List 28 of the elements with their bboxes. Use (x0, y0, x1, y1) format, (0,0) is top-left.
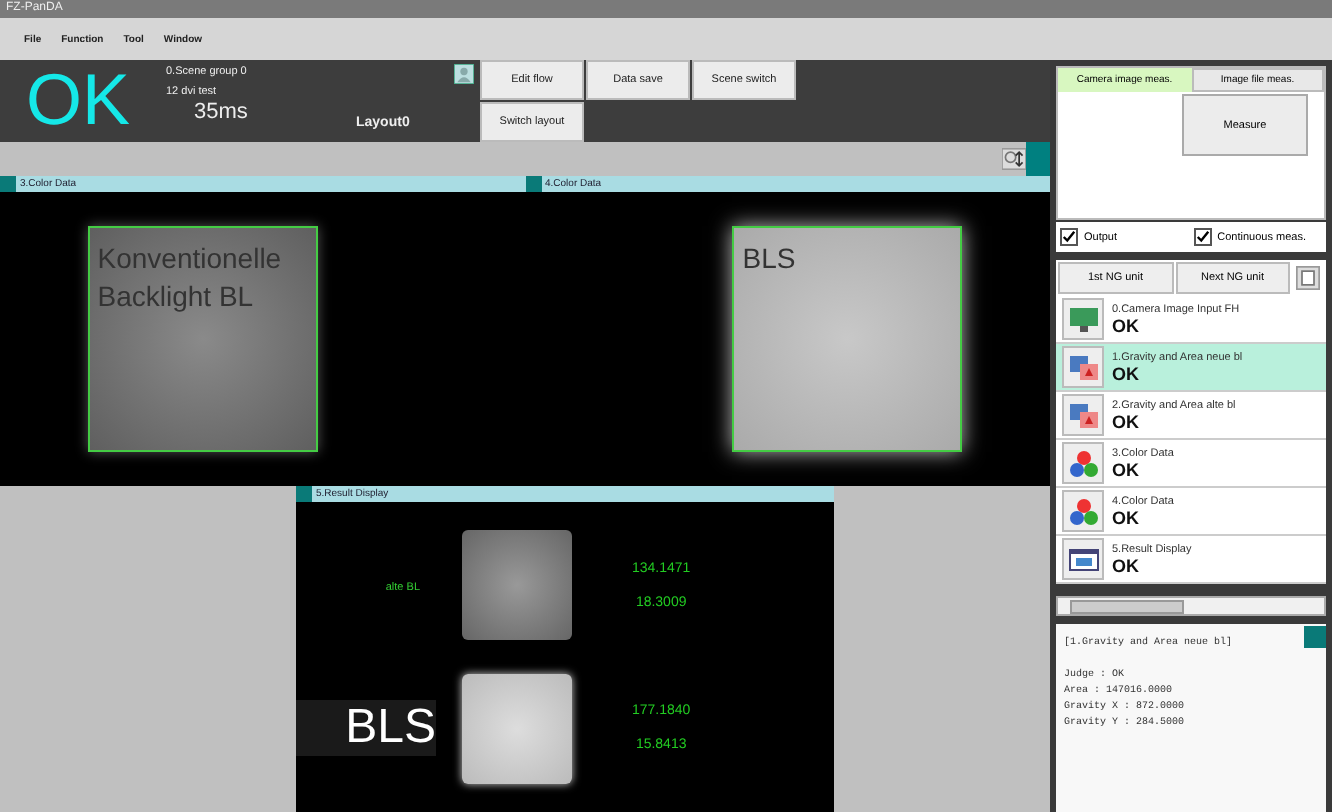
color-circles-icon (1067, 497, 1099, 525)
monitor-icon (1067, 305, 1099, 333)
unit-result: OK (1112, 411, 1141, 431)
result-label: BLS (296, 700, 436, 757)
panel-marker (0, 176, 16, 192)
backlight-square (462, 530, 572, 641)
overlapping-windows-icon (1067, 353, 1099, 381)
panel-marker (1304, 626, 1326, 648)
unit-result: OK (1112, 555, 1141, 575)
processing-time: 35ms (194, 100, 250, 124)
image-label: Konventionelle Backlight BL (95, 240, 284, 316)
unit-result: OK (1112, 315, 1141, 335)
backlight-square (462, 673, 572, 784)
panel-marker (296, 486, 312, 502)
color-circles-icon (1067, 449, 1099, 477)
display-window-icon (1067, 545, 1099, 573)
image-tool-icon[interactable] (1002, 148, 1026, 170)
judge-result: OK (26, 62, 133, 138)
unit-result: OK (1112, 363, 1141, 383)
image-label: BLS (740, 240, 798, 278)
horizontal-scrollbar[interactable] (1056, 596, 1326, 616)
panel-marker (1026, 142, 1050, 176)
checkbox[interactable] (1193, 228, 1212, 246)
overlapping-windows-icon (1067, 401, 1099, 429)
checkbox[interactable] (1060, 228, 1078, 246)
clipboard-icon[interactable] (1296, 266, 1320, 290)
unit-result: OK (1112, 507, 1141, 527)
unit-result: OK (1112, 459, 1141, 479)
